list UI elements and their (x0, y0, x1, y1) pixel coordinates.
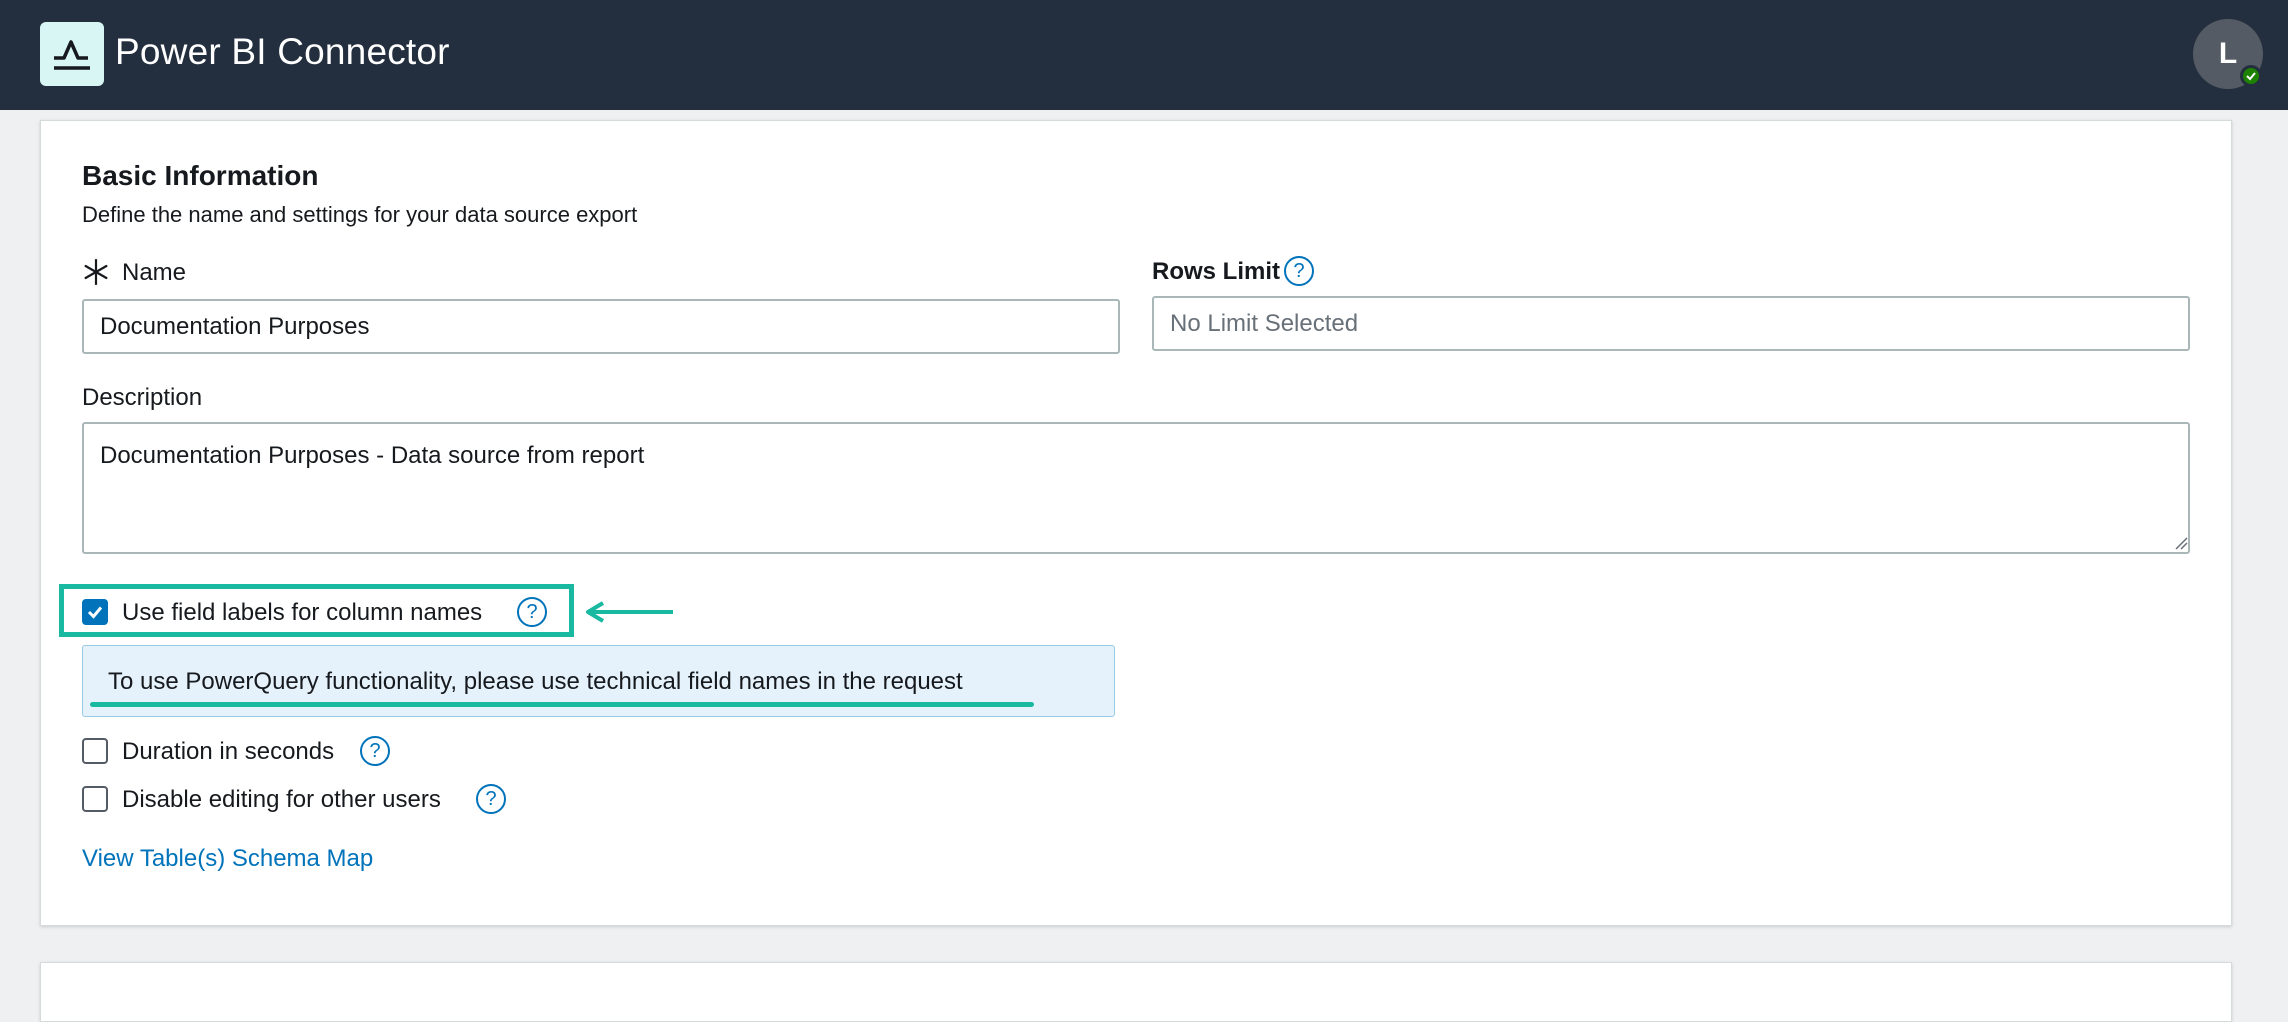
annotation-arrow-icon (586, 601, 673, 623)
rows-limit-help-icon[interactable]: ? (1284, 256, 1314, 286)
disable-editing-help-icon[interactable]: ? (476, 784, 506, 814)
use-field-labels-label: Use field labels for column names (122, 599, 483, 626)
duration-in-seconds-label: Duration in seconds (122, 738, 335, 765)
name-label: Name (122, 259, 187, 286)
use-field-labels-help-icon[interactable]: ? (517, 597, 547, 627)
checkmark-icon (87, 606, 103, 619)
description-textarea[interactable] (82, 422, 2190, 554)
next-section-card (40, 962, 2232, 1022)
app-logo[interactable] (40, 22, 104, 86)
info-banner-text: To use PowerQuery functionality, please … (108, 668, 963, 695)
disable-editing-label: Disable editing for other users (122, 786, 441, 813)
disable-editing-checkbox[interactable] (82, 786, 108, 812)
section-title: Basic Information (82, 160, 319, 191)
view-schema-map-link[interactable]: View Table(s) Schema Map (82, 845, 373, 873)
rows-limit-label: Rows Limit (1152, 258, 1281, 285)
online-status-badge (2240, 65, 2262, 87)
app-title: Power BI Connector (115, 31, 450, 72)
checkmark-icon (2246, 72, 2256, 81)
annotation-underline (90, 702, 1034, 707)
description-label: Description (82, 384, 203, 411)
line-chart-logo-icon (54, 40, 90, 70)
resize-handle-icon[interactable] (2174, 536, 2188, 550)
duration-help-icon[interactable]: ? (360, 736, 390, 766)
name-input[interactable] (82, 299, 1120, 354)
rows-limit-input[interactable] (1152, 296, 2190, 351)
asterisk-icon (84, 258, 108, 286)
duration-in-seconds-checkbox[interactable] (82, 738, 108, 764)
use-field-labels-checkbox[interactable] (82, 599, 108, 625)
section-description: Define the name and settings for your da… (82, 202, 638, 227)
